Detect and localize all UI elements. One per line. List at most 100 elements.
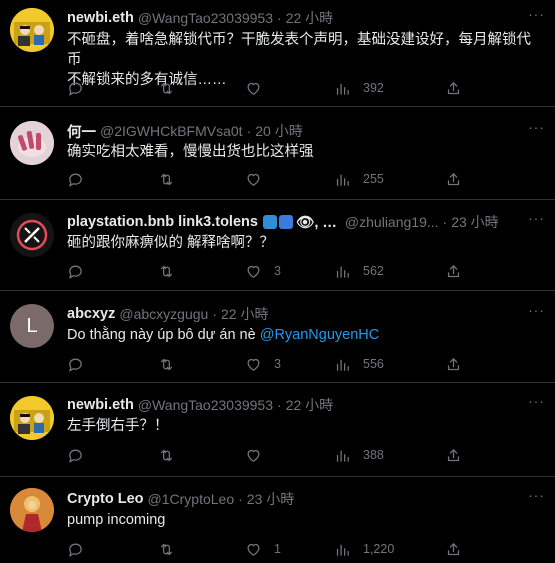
- share-button[interactable]: [445, 541, 462, 558]
- retweet-button[interactable]: [158, 447, 175, 464]
- views-button[interactable]: 392: [334, 80, 384, 97]
- heart-icon: [245, 541, 262, 558]
- view-count: 255: [363, 172, 384, 186]
- user-handle[interactable]: @1CryptoLeo: [148, 491, 235, 507]
- retweet-button[interactable]: [158, 541, 175, 558]
- like-button[interactable]: [245, 171, 274, 188]
- views-button[interactable]: 562: [334, 263, 384, 280]
- mention-link[interactable]: @RyanNguyenHC: [260, 327, 380, 343]
- book-emoji-icon: [278, 215, 293, 229]
- tweet-text: pump incoming: [67, 512, 166, 528]
- like-button[interactable]: [245, 80, 274, 97]
- retweet-icon: [158, 447, 175, 464]
- avatar[interactable]: [10, 396, 54, 440]
- views-button[interactable]: 556: [334, 356, 384, 373]
- tweet-text: Do thằng này úp bô dự án nè @RyanNguyenH…: [67, 325, 543, 345]
- tweet[interactable]: playstation.bnb link3.tolens 👁, … @zhuli…: [0, 200, 555, 291]
- avatar[interactable]: L: [10, 304, 54, 348]
- tweet[interactable]: Crypto Leo @1CryptoLeo · 23 小時 pump inco…: [0, 477, 555, 563]
- tweet-text: 砸的跟你麻痹似的 解释啥啊？？: [67, 235, 275, 251]
- tweet-feed: newbi.eth @WangTao23039953 · 22 小時 不砸盘，着…: [0, 0, 555, 563]
- reply-button[interactable]: [67, 171, 84, 188]
- like-button[interactable]: [245, 447, 274, 464]
- share-icon: [445, 263, 462, 280]
- timestamp[interactable]: 22 小時: [286, 395, 333, 415]
- avatar-image: [10, 396, 54, 440]
- retweet-button[interactable]: [158, 171, 175, 188]
- share-button[interactable]: [445, 171, 462, 188]
- more-options-icon[interactable]: ···: [528, 119, 545, 135]
- heart-icon: [245, 447, 262, 464]
- display-name[interactable]: newbi.eth: [67, 397, 134, 413]
- timestamp[interactable]: 23 小時: [451, 212, 498, 232]
- share-button[interactable]: [445, 447, 462, 464]
- reply-button[interactable]: [67, 80, 84, 97]
- share-icon: [445, 447, 462, 464]
- reply-button[interactable]: [67, 447, 84, 464]
- timestamp[interactable]: 23 小時: [247, 489, 294, 509]
- user-handle[interactable]: @2IGWHCkBFMVsa0t: [100, 123, 243, 139]
- avatar[interactable]: [10, 121, 54, 165]
- avatar-image: [10, 121, 54, 165]
- user-handle[interactable]: @WangTao23039953: [138, 397, 273, 413]
- reply-icon: [67, 356, 84, 373]
- avatar-image: [10, 213, 54, 257]
- reply-button[interactable]: [67, 263, 84, 280]
- like-button[interactable]: 3: [245, 263, 281, 280]
- avatar-image: [10, 8, 54, 52]
- user-handle[interactable]: @abcxyzgugu: [119, 306, 208, 322]
- share-button[interactable]: [445, 80, 462, 97]
- views-button[interactable]: 388: [334, 447, 384, 464]
- avatar[interactable]: [10, 8, 54, 52]
- more-options-icon[interactable]: ···: [528, 487, 545, 503]
- view-count: 392: [363, 81, 384, 95]
- tweet[interactable]: 何一 @2IGWHCkBFMVsa0t · 20 小時 确实吃相太难看，慢慢出货…: [0, 107, 555, 200]
- display-name[interactable]: newbi.eth: [67, 10, 134, 26]
- share-icon: [445, 80, 462, 97]
- more-options-icon[interactable]: ···: [528, 6, 545, 22]
- view-count: 562: [363, 264, 384, 278]
- like-button[interactable]: 3: [245, 356, 281, 373]
- tweet-text: 确实吃相太难看，慢慢出货也比这样强: [67, 144, 314, 160]
- retweet-button[interactable]: [158, 80, 175, 97]
- tweet[interactable]: L abcxyz @abcxyzgugu · 22 小時 Do thằng nà…: [0, 291, 555, 383]
- like-count: 1: [274, 542, 281, 556]
- share-icon: [445, 171, 462, 188]
- reply-button[interactable]: [67, 541, 84, 558]
- heart-icon: [245, 263, 262, 280]
- display-name[interactable]: 何一: [67, 121, 96, 141]
- views-icon: [334, 356, 351, 373]
- share-button[interactable]: [445, 263, 462, 280]
- views-icon: [334, 171, 351, 188]
- like-count: 3: [274, 264, 281, 278]
- user-handle[interactable]: @zhuliang19...: [345, 214, 439, 230]
- views-button[interactable]: 255: [334, 171, 384, 188]
- views-button[interactable]: 1,220: [334, 541, 394, 558]
- share-icon: [445, 541, 462, 558]
- retweet-button[interactable]: [158, 356, 175, 373]
- separator-dot: ·: [212, 306, 217, 322]
- more-options-icon[interactable]: ···: [528, 393, 545, 409]
- display-name[interactable]: playstation.bnb link3.tolens: [67, 214, 258, 230]
- timestamp[interactable]: 22 小時: [221, 304, 268, 324]
- retweet-button[interactable]: [158, 263, 175, 280]
- avatar-letter: L: [26, 314, 38, 337]
- more-options-icon[interactable]: ···: [528, 210, 545, 226]
- timestamp[interactable]: 22 小時: [286, 8, 333, 28]
- view-count: 556: [363, 357, 384, 371]
- timestamp[interactable]: 20 小時: [255, 121, 302, 141]
- display-name[interactable]: Crypto Leo: [67, 491, 144, 507]
- heart-icon: [245, 80, 262, 97]
- more-options-icon[interactable]: ···: [528, 302, 545, 318]
- reply-button[interactable]: [67, 356, 84, 373]
- like-button[interactable]: 1: [245, 541, 281, 558]
- tweet[interactable]: newbi.eth @WangTao23039953 · 22 小時 不砸盘，着…: [0, 0, 555, 107]
- avatar[interactable]: [10, 488, 54, 532]
- share-button[interactable]: [445, 356, 462, 373]
- avatar[interactable]: [10, 213, 54, 257]
- retweet-icon: [158, 171, 175, 188]
- user-handle[interactable]: @WangTao23039953: [138, 10, 273, 26]
- views-icon: [334, 447, 351, 464]
- tweet[interactable]: newbi.eth @WangTao23039953 · 22 小時 左手倒右手…: [0, 383, 555, 477]
- display-name[interactable]: abcxyz: [67, 306, 115, 322]
